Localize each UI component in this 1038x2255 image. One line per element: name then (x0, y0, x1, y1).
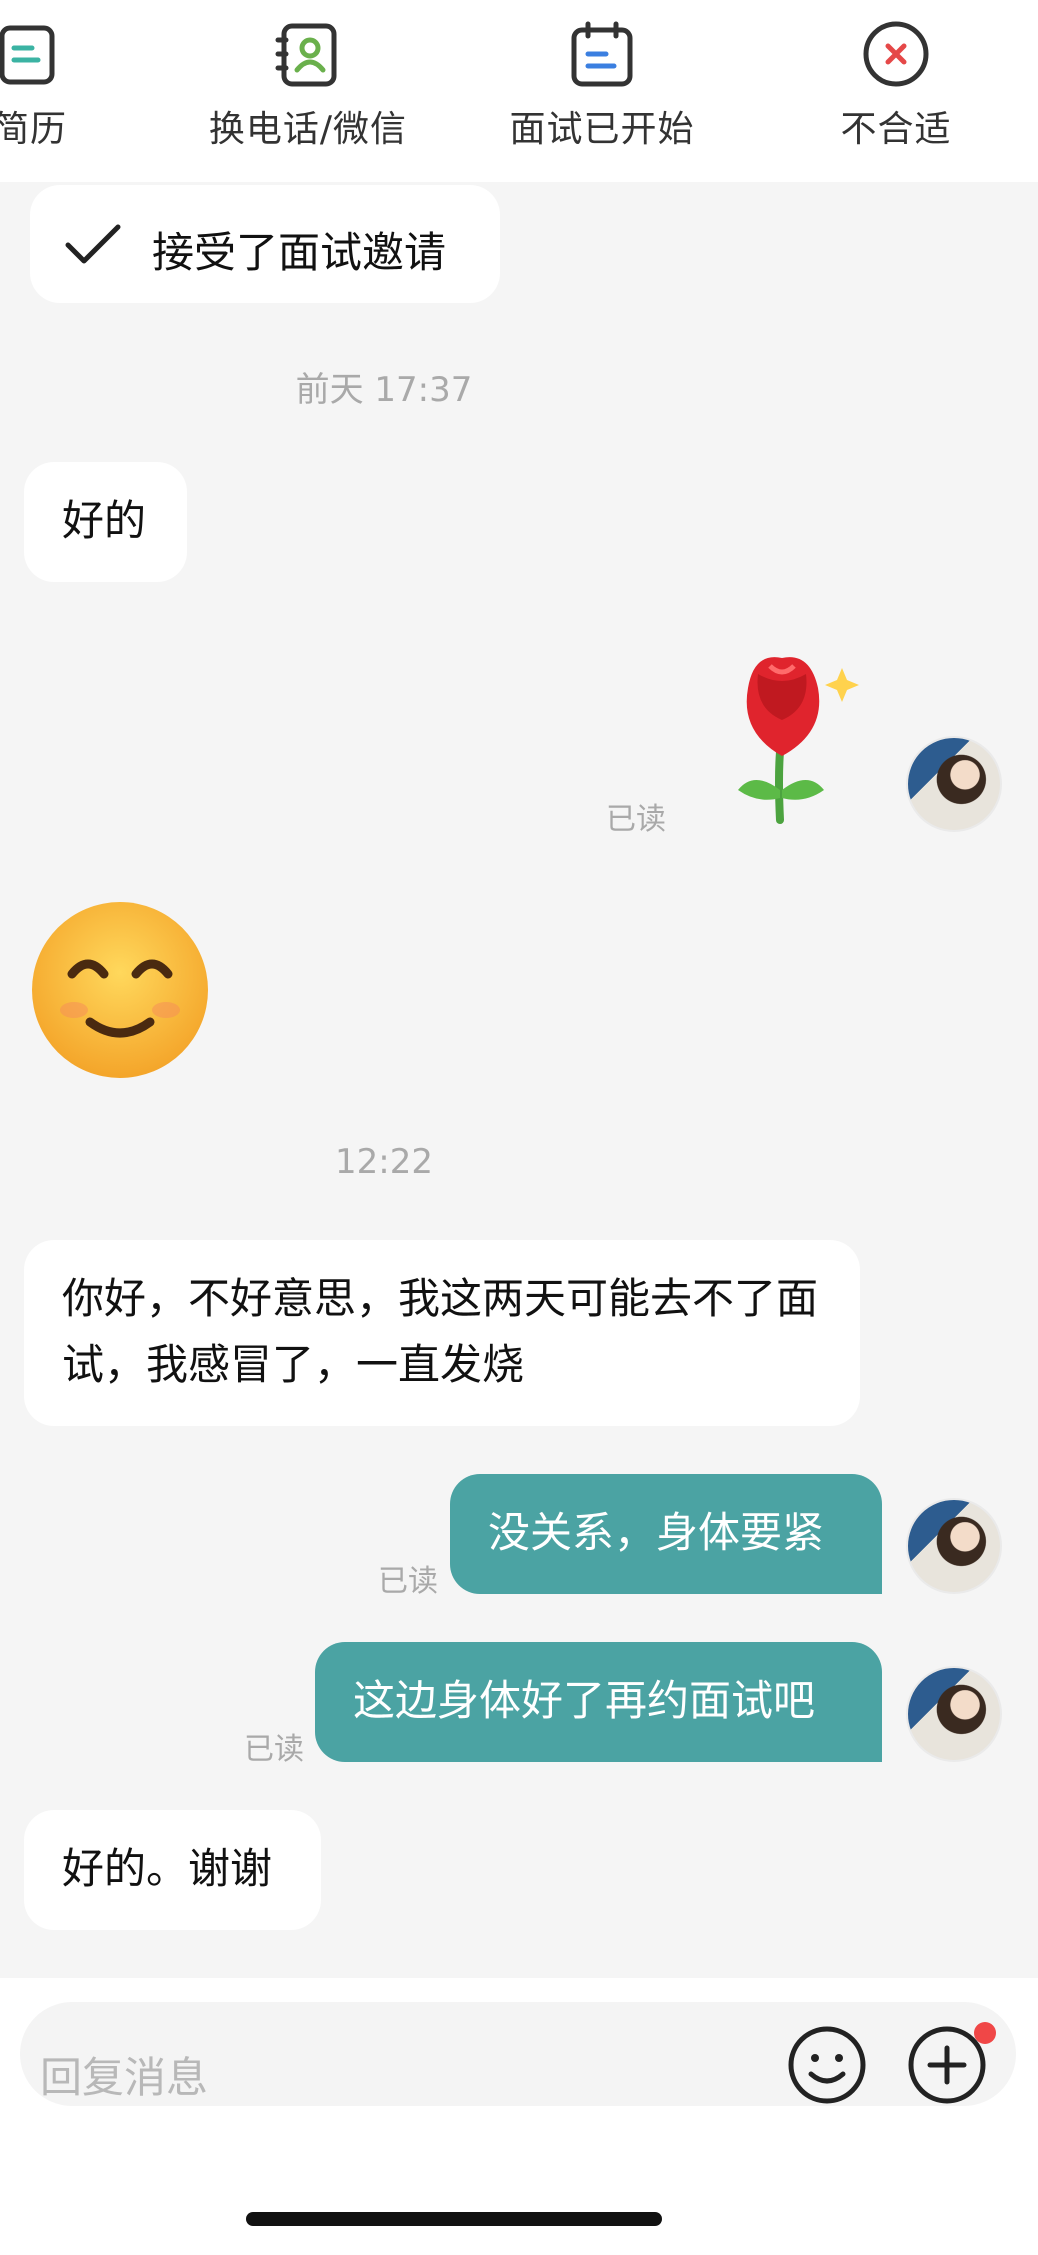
avatar[interactable] (906, 1498, 1002, 1594)
smiling-face-emoji (32, 902, 208, 1078)
not-suitable-label: 不合适 (840, 109, 952, 150)
bottom-safe-area (0, 2128, 1038, 2255)
timestamp: 12:22 (335, 1142, 433, 1182)
message-bubble-outgoing[interactable]: 这边身体好了再约面试吧 (315, 1642, 882, 1762)
reply-placeholder: 回复消息 (40, 2053, 209, 2102)
resume-icon (0, 25, 55, 85)
message-bubble-incoming[interactable]: 好的。谢谢 (24, 1810, 321, 1930)
read-receipt: 已读 (244, 1732, 304, 1767)
message-bubble-incoming[interactable]: 你好，不好意思，我这两天可能去不了面试，我感冒了，一直发烧 (24, 1240, 860, 1426)
interview-started-label: 面试已开始 (509, 109, 695, 150)
avatar[interactable] (906, 736, 1002, 832)
emoji-icon[interactable] (786, 2024, 868, 2106)
message-bubble-incoming[interactable]: 好的 (24, 462, 187, 582)
resume-label: 简历 (0, 109, 67, 150)
exchange-contact-label: 换电话/微信 (208, 109, 408, 150)
contact-card-icon (275, 23, 337, 87)
checkmark-icon (65, 224, 121, 264)
not-suitable-button[interactable]: 不合适 (786, 0, 1006, 182)
reject-circle-icon (863, 21, 929, 87)
avatar[interactable] (906, 1666, 1002, 1762)
interview-started-button[interactable]: 面试已开始 (492, 0, 712, 182)
home-indicator (246, 2212, 662, 2226)
message-bubble-outgoing[interactable]: 没关系，身体要紧 (450, 1474, 882, 1594)
interview-accepted-card: 接受了面试邀请 (30, 185, 500, 303)
action-bar: 简历 换电话/微信 面试已开始 不合适 (0, 0, 1038, 182)
timestamp: 前天 17:37 (295, 370, 473, 410)
read-receipt: 已读 (378, 1564, 438, 1599)
resume-button[interactable]: 简历 (0, 0, 140, 182)
interview-accepted-text: 接受了面试邀请 (152, 228, 447, 277)
read-receipt: 已读 (606, 802, 666, 837)
notification-dot (974, 2022, 996, 2044)
exchange-contact-button[interactable]: 换电话/微信 (198, 0, 418, 182)
rose-emoji (738, 657, 859, 824)
calendar-icon (571, 21, 633, 87)
